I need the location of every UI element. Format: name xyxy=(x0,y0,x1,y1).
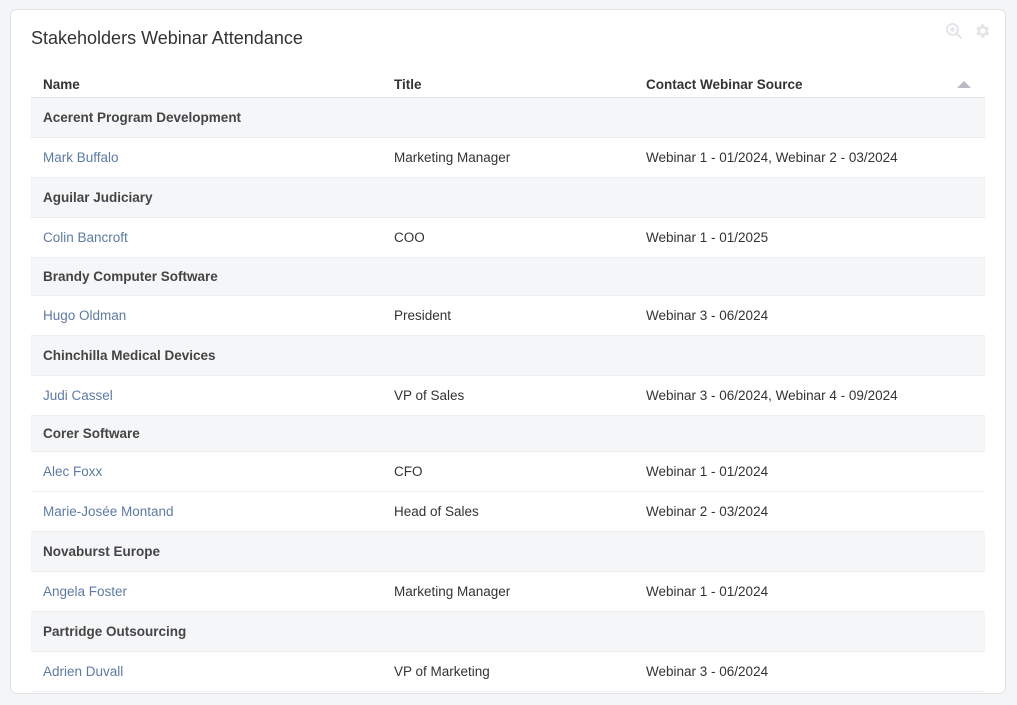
table-row: Adrien Duvall VP of Marketing Webinar 3 … xyxy=(31,651,985,692)
contact-source: Webinar 3 - 06/2024, Webinar 4 - 09/2024 xyxy=(634,375,985,416)
contact-source: Webinar 1 - 01/2024 xyxy=(634,571,985,612)
group-company: Acerent Program Development xyxy=(31,97,985,138)
group-company: Brandy Computer Software xyxy=(31,257,985,296)
group-company: Partridge Outsourcing xyxy=(31,611,985,652)
column-header-source-label: Contact Webinar Source xyxy=(646,76,803,92)
table-row: Mark Buffalo Marketing Manager Webinar 1… xyxy=(31,137,985,178)
contact-source: Webinar 1 - 01/2024, Webinar 2 - 03/2024 xyxy=(634,137,985,178)
table-row: Colin Bancroft COO Webinar 1 - 01/2025 xyxy=(31,217,985,258)
table-row: Hugo Oldman President Webinar 3 - 06/202… xyxy=(31,295,985,336)
group-row: Partridge Outsourcing xyxy=(31,611,985,652)
contact-name-link[interactable]: Colin Bancroft xyxy=(43,230,128,245)
group-company: Aguilar Judiciary xyxy=(31,177,985,218)
widget-title: Stakeholders Webinar Attendance xyxy=(31,28,303,48)
gear-icon[interactable] xyxy=(973,22,991,40)
contact-source: Webinar 3 - 06/2024 xyxy=(634,651,985,692)
contact-source: Webinar 1 - 01/2024 xyxy=(634,451,985,492)
contact-source: Webinar 3 - 06/2024 xyxy=(634,295,985,336)
group-company: Novaburst Europe xyxy=(31,531,985,572)
contact-title: Marketing Manager xyxy=(382,137,634,178)
contact-name-link[interactable]: Angela Foster xyxy=(43,584,127,599)
group-company: Corer Software xyxy=(31,415,985,452)
group-row: Corer Software xyxy=(31,415,985,452)
contact-source: Webinar 2 - 03/2024 xyxy=(634,491,985,532)
group-company: Chinchilla Medical Devices xyxy=(31,335,985,376)
contact-title: CFO xyxy=(382,451,634,492)
group-row: Novaburst Europe xyxy=(31,531,985,572)
table-header-row: Name Title Contact Webinar Source xyxy=(31,72,985,98)
contact-title: VP of Sales xyxy=(382,375,634,416)
group-row: Aguilar Judiciary xyxy=(31,177,985,218)
table-row: Judi Cassel VP of Sales Webinar 3 - 06/2… xyxy=(31,375,985,416)
contact-name-link[interactable]: Judi Cassel xyxy=(43,388,113,403)
contact-title: Head of Sales xyxy=(382,491,634,532)
table-row: Marie-Josée Montand Head of Sales Webina… xyxy=(31,491,985,532)
contact-title: COO xyxy=(382,217,634,258)
contact-title: Marketing Manager xyxy=(382,571,634,612)
contact-title: President xyxy=(382,295,634,336)
contact-name-link[interactable]: Mark Buffalo xyxy=(43,150,119,165)
search-icon[interactable] xyxy=(945,22,963,40)
contact-name-link[interactable]: Marie-Josée Montand xyxy=(43,504,174,519)
contact-source: Webinar 1 - 01/2025 xyxy=(634,217,985,258)
widget-toolbar xyxy=(945,22,991,40)
attendance-table: Name Title Contact Webinar Source Aceren… xyxy=(31,72,985,692)
widget-card: Stakeholders Webinar Attendance Name Tit… xyxy=(10,9,1006,694)
group-row: Acerent Program Development xyxy=(31,97,985,138)
table-row: Alec Foxx CFO Webinar 1 - 01/2024 xyxy=(31,451,985,492)
contact-title: VP of Marketing xyxy=(382,651,634,692)
contact-name-link[interactable]: Adrien Duvall xyxy=(43,664,123,679)
column-header-title[interactable]: Title xyxy=(382,72,634,98)
column-header-source[interactable]: Contact Webinar Source xyxy=(634,72,985,98)
group-row: Chinchilla Medical Devices xyxy=(31,335,985,376)
table-row: Angela Foster Marketing Manager Webinar … xyxy=(31,571,985,612)
contact-name-link[interactable]: Hugo Oldman xyxy=(43,308,126,323)
column-header-name[interactable]: Name xyxy=(31,72,382,98)
group-row: Brandy Computer Software xyxy=(31,257,985,296)
contact-name-link[interactable]: Alec Foxx xyxy=(43,464,102,479)
sort-ascending-icon[interactable] xyxy=(957,81,971,88)
